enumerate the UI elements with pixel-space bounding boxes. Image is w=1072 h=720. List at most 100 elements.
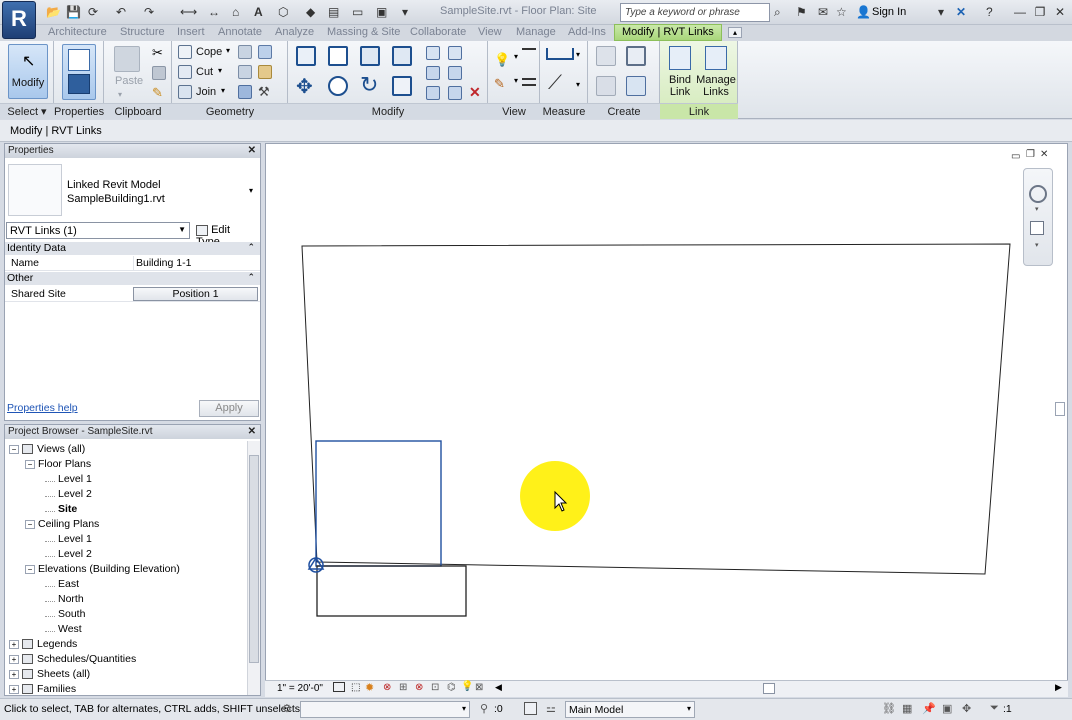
select-links-icon[interactable]: ⛓ xyxy=(882,702,896,715)
thin-lines-icon[interactable]: ▤ xyxy=(328,4,339,21)
collapse-node-icon[interactable]: − xyxy=(25,565,35,574)
wall-joins-icon[interactable] xyxy=(238,45,252,59)
linework-icon[interactable] xyxy=(522,48,536,50)
apply-button[interactable]: Apply xyxy=(199,400,259,417)
match-properties-icon[interactable]: ✎ xyxy=(152,85,163,101)
measure-dropdown-icon[interactable]: ▾ xyxy=(576,50,580,59)
copy-icon[interactable] xyxy=(152,66,166,80)
section-icon[interactable]: ◆ xyxy=(306,4,315,21)
show-crop-icon[interactable]: ⊗ xyxy=(415,682,423,693)
browser-tree-item[interactable]: Level 1 xyxy=(45,473,92,485)
aligned-dimension-icon[interactable]: ⟋ xyxy=(548,72,562,95)
unpin-icon[interactable] xyxy=(448,86,462,100)
dimension-dropdown-icon[interactable]: ▾ xyxy=(576,80,580,89)
view-close-icon[interactable]: ✕ xyxy=(1040,149,1048,160)
property-value-name[interactable]: Building 1-1 xyxy=(133,256,259,270)
tab-modify-rvt-links[interactable]: Modify | RVT Links xyxy=(614,24,722,41)
temporary-hide-icon[interactable]: ⌬ xyxy=(447,682,456,693)
zoom-dropdown-icon[interactable]: ▾ xyxy=(1035,241,1039,249)
ribbon-minimize-icon[interactable]: ▴ xyxy=(728,27,742,38)
help-icon[interactable]: ? xyxy=(986,4,993,21)
shared-site-button[interactable]: Position 1 xyxy=(133,287,258,301)
cope-label[interactable]: Cope xyxy=(196,46,222,58)
favorites-icon[interactable]: ☆ xyxy=(836,4,847,21)
manage-links-button[interactable]: Manage Links xyxy=(696,44,736,100)
scroll-right-icon[interactable]: ▶ xyxy=(1055,682,1062,693)
browser-tree-item[interactable]: + Families xyxy=(9,683,76,695)
drawing-area[interactable]: ▭ ❐ ✕ ▾ ▾ xyxy=(265,143,1068,696)
pin-icon[interactable] xyxy=(426,86,440,100)
view-scale[interactable]: 1" = 20'-0" xyxy=(277,683,323,694)
browser-scrollbar[interactable] xyxy=(247,441,260,695)
move-icon[interactable]: ✥ xyxy=(296,74,313,99)
view-restore-icon[interactable]: ❐ xyxy=(1026,149,1035,160)
browser-tree-item[interactable]: + Sheets (all) xyxy=(9,668,90,680)
vertical-scroll-thumb[interactable] xyxy=(1055,402,1065,416)
type-selector[interactable]: Linked Revit Model SampleBuilding1.rvt ▾ xyxy=(5,160,260,220)
tab-analyze[interactable]: Analyze xyxy=(275,25,314,41)
create-assembly-icon[interactable] xyxy=(596,46,616,66)
group-identity-data[interactable]: Identity Data ⌃ xyxy=(5,242,260,255)
properties-title-bar[interactable]: Properties ✕ xyxy=(5,144,260,158)
cut-scissors-icon[interactable]: ✂ xyxy=(152,45,163,61)
tab-collaborate[interactable]: Collaborate xyxy=(410,25,466,41)
browser-tree-item[interactable]: − Views (all) xyxy=(9,443,85,455)
customize-qat-icon[interactable]: ▾ xyxy=(402,4,408,21)
tab-manage[interactable]: Manage xyxy=(516,25,556,41)
project-browser-title-bar[interactable]: Project Browser - SampleSite.rvt ✕ xyxy=(5,425,260,439)
collapse-node-icon[interactable]: − xyxy=(25,520,35,529)
modify-button[interactable]: ↖ Modify xyxy=(8,44,48,99)
thin-lines-view-icon[interactable] xyxy=(522,78,536,86)
rotate-icon[interactable]: ↻ xyxy=(360,72,378,98)
cope-icon[interactable] xyxy=(178,45,192,59)
hide-dropdown-icon[interactable]: ▾ xyxy=(514,52,518,61)
3d-view-icon[interactable]: ⬡ xyxy=(278,4,288,21)
paste-icon[interactable] xyxy=(114,46,140,72)
properties-button[interactable] xyxy=(62,44,96,100)
sun-path-icon[interactable]: ✹ xyxy=(365,681,374,694)
browser-tree-item[interactable]: East xyxy=(45,578,79,590)
measure-icon[interactable]: ⟷ xyxy=(180,4,197,21)
select-pinned-icon[interactable]: 📌 xyxy=(922,702,936,715)
split-face-icon[interactable] xyxy=(258,65,272,79)
collapse-node-icon[interactable]: − xyxy=(25,460,35,469)
split-element-icon[interactable] xyxy=(426,46,440,60)
tab-insert[interactable]: Insert xyxy=(177,25,205,41)
edit-type-button[interactable]: Edit Type xyxy=(193,222,259,248)
scale-icon[interactable] xyxy=(448,66,462,80)
switch-windows-icon[interactable]: ▣ xyxy=(376,4,387,21)
close-hidden-icon[interactable]: ▭ xyxy=(352,4,363,21)
cope-dropdown-icon[interactable]: ▾ xyxy=(226,46,230,55)
hammer-icon[interactable]: ⚒ xyxy=(258,84,270,100)
tab-annotate[interactable]: Annotate xyxy=(218,25,262,41)
tab-view[interactable]: View xyxy=(478,25,502,41)
tab-architecture[interactable]: Architecture xyxy=(48,25,107,41)
cut-label[interactable]: Cut xyxy=(196,66,213,78)
paste-dropdown-icon[interactable]: ▾ xyxy=(118,90,122,99)
browser-tree-item[interactable]: + Schedules/Quantities xyxy=(9,653,136,665)
align-icon[interactable] xyxy=(296,46,316,66)
browser-tree-item[interactable]: Level 1 xyxy=(45,533,92,545)
drag-elements-icon[interactable]: ✥ xyxy=(962,702,971,715)
redo-icon[interactable]: ↷ xyxy=(144,4,154,21)
browser-tree-item[interactable]: Level 2 xyxy=(45,548,92,560)
collapse-node-icon[interactable]: − xyxy=(9,445,19,454)
communication-icon[interactable]: ✉ xyxy=(818,4,828,21)
copy-element-icon[interactable] xyxy=(328,76,348,96)
exclude-options-icon[interactable]: ⚍ xyxy=(546,702,556,715)
join-label[interactable]: Join xyxy=(196,86,216,98)
instance-filter-select[interactable]: RVT Links (1) ▼ xyxy=(6,222,190,239)
bind-link-button[interactable]: Bind Link xyxy=(664,44,696,100)
properties-help-link[interactable]: Properties help xyxy=(7,402,78,414)
unlock-3d-icon[interactable]: ⊡ xyxy=(431,682,439,693)
active-workset-select[interactable]: ▾ xyxy=(300,701,470,718)
horizontal-scroll-thumb[interactable] xyxy=(763,683,775,694)
text-icon[interactable]: A xyxy=(254,4,263,21)
restore-window-icon[interactable]: ❐ xyxy=(1032,4,1048,20)
open-icon[interactable]: 📂 xyxy=(46,4,61,21)
visual-style-icon[interactable]: ⬚ xyxy=(351,682,360,693)
demolish-icon[interactable] xyxy=(238,65,252,79)
design-options-icon[interactable] xyxy=(524,702,537,715)
collapse-group-icon[interactable]: ⌃ xyxy=(247,242,255,253)
signin-dropdown-icon[interactable]: ▾ xyxy=(938,4,944,21)
